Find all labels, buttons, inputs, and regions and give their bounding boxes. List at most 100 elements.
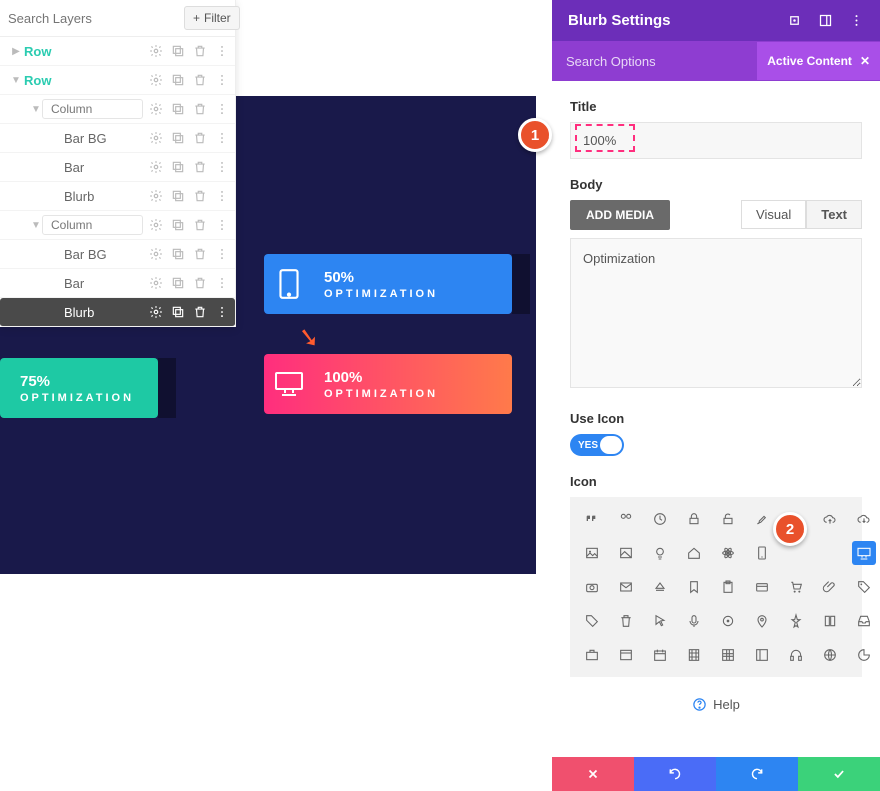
more-icon[interactable]	[215, 160, 229, 174]
pin-o-icon[interactable]	[750, 609, 774, 633]
more-icon[interactable]	[215, 218, 229, 232]
active-content-pill[interactable]: Active Content ✕	[757, 42, 880, 80]
panel-icon[interactable]	[750, 643, 774, 667]
duplicate-icon[interactable]	[171, 305, 185, 319]
image-alt-icon[interactable]	[614, 541, 638, 565]
image-icon[interactable]	[580, 541, 604, 565]
trash-icon[interactable]	[193, 102, 207, 116]
help-row[interactable]: Help	[570, 697, 862, 712]
use-icon-toggle[interactable]: YES	[570, 434, 624, 456]
duplicate-icon[interactable]	[171, 44, 185, 58]
lock-icon[interactable]	[682, 507, 706, 531]
more-icon[interactable]	[215, 73, 229, 87]
tag-icon[interactable]	[852, 575, 876, 599]
add-media-button[interactable]: ADD MEDIA	[570, 200, 670, 230]
layer-row-row[interactable]: ▶Row	[0, 37, 235, 66]
cloud-up-icon[interactable]	[818, 507, 842, 531]
home-icon[interactable]	[682, 541, 706, 565]
gear-icon[interactable]	[149, 102, 163, 116]
bulb-icon[interactable]	[648, 541, 672, 565]
brush-icon[interactable]	[750, 507, 774, 531]
gear-icon[interactable]	[149, 160, 163, 174]
close-icon[interactable]: ✕	[860, 54, 870, 68]
clock-icon[interactable]	[648, 507, 672, 531]
duplicate-icon[interactable]	[171, 73, 185, 87]
more-icon[interactable]	[215, 189, 229, 203]
trash-icon[interactable]	[193, 73, 207, 87]
trash-icon[interactable]	[193, 276, 207, 290]
gear-atom-icon[interactable]	[716, 541, 740, 565]
tab-visual[interactable]: Visual	[741, 200, 806, 229]
desktop-icon[interactable]	[852, 541, 876, 565]
title-input[interactable]	[570, 122, 862, 159]
target-icon[interactable]	[716, 609, 740, 633]
gear-icon[interactable]	[149, 218, 163, 232]
duplicate-icon[interactable]	[171, 189, 185, 203]
unlock-icon[interactable]	[716, 507, 740, 531]
more-icon[interactable]	[215, 102, 229, 116]
calendar-icon[interactable]	[648, 643, 672, 667]
duplicate-icon[interactable]	[171, 160, 185, 174]
more-icon[interactable]	[849, 13, 864, 28]
tablet-icon[interactable]	[750, 541, 774, 565]
blurb-card-pink[interactable]: 100%OPTIMIZATION	[264, 354, 512, 414]
clipboard-icon[interactable]	[716, 575, 740, 599]
more-icon[interactable]	[215, 44, 229, 58]
save-button[interactable]	[798, 757, 880, 791]
book-icon[interactable]	[818, 609, 842, 633]
blurb-card-teal[interactable]: 75%OPTIMIZATION	[0, 358, 158, 418]
more-icon[interactable]	[215, 276, 229, 290]
settings-search-input[interactable]	[552, 54, 757, 69]
cursor-icon[interactable]	[648, 609, 672, 633]
card-icon[interactable]	[750, 575, 774, 599]
gear-icon[interactable]	[149, 247, 163, 261]
gear-icon[interactable]	[149, 73, 163, 87]
mic-icon[interactable]	[682, 609, 706, 633]
trash-icon[interactable]	[193, 247, 207, 261]
inbox-icon[interactable]	[852, 609, 876, 633]
panel-icon[interactable]	[818, 13, 833, 28]
trash-icon[interactable]	[193, 131, 207, 145]
layers-search-input[interactable]	[8, 11, 184, 26]
redo-button[interactable]	[716, 757, 798, 791]
trash-icon[interactable]	[193, 44, 207, 58]
trash-icon[interactable]	[614, 609, 638, 633]
layer-row-bar[interactable]: Bar	[0, 269, 235, 298]
expand-icon[interactable]	[787, 13, 802, 28]
duplicate-icon[interactable]	[171, 131, 185, 145]
tab-text[interactable]: Text	[806, 200, 862, 229]
quote-icon[interactable]	[580, 507, 604, 531]
gear-icon[interactable]	[149, 44, 163, 58]
layer-row-bar[interactable]: Bar	[0, 153, 235, 182]
duplicate-icon[interactable]	[171, 276, 185, 290]
film-icon[interactable]	[682, 643, 706, 667]
body-editor[interactable]	[570, 238, 862, 388]
gear-icon[interactable]	[149, 189, 163, 203]
layer-row-blurb[interactable]: Blurb	[0, 182, 235, 211]
layer-row-row[interactable]: ▼Row	[0, 66, 235, 95]
bookmark-icon[interactable]	[682, 575, 706, 599]
cart-icon[interactable]	[784, 575, 808, 599]
camera-bag-icon[interactable]	[580, 575, 604, 599]
tag2-icon[interactable]	[580, 609, 604, 633]
duplicate-icon[interactable]	[171, 218, 185, 232]
headphones-icon[interactable]	[784, 643, 808, 667]
duplicate-icon[interactable]	[171, 247, 185, 261]
duplicate-icon[interactable]	[171, 102, 185, 116]
pie-icon[interactable]	[852, 643, 876, 667]
eject-icon[interactable]	[648, 575, 672, 599]
mail-icon[interactable]	[614, 575, 638, 599]
undo-button[interactable]	[634, 757, 716, 791]
window-icon[interactable]	[614, 643, 638, 667]
cloud-down-icon[interactable]	[852, 507, 876, 531]
trash-icon[interactable]	[193, 189, 207, 203]
trash-icon[interactable]	[193, 218, 207, 232]
layer-row-column[interactable]: ▼Column	[0, 211, 235, 240]
globe-icon[interactable]	[818, 643, 842, 667]
layer-row-bar-bg[interactable]: Bar BG	[0, 240, 235, 269]
pin-icon[interactable]	[784, 609, 808, 633]
briefcase-icon[interactable]	[580, 643, 604, 667]
more-icon[interactable]	[215, 305, 229, 319]
blurb-card-blue[interactable]: 50%OPTIMIZATION	[264, 254, 512, 314]
more-icon[interactable]	[215, 247, 229, 261]
